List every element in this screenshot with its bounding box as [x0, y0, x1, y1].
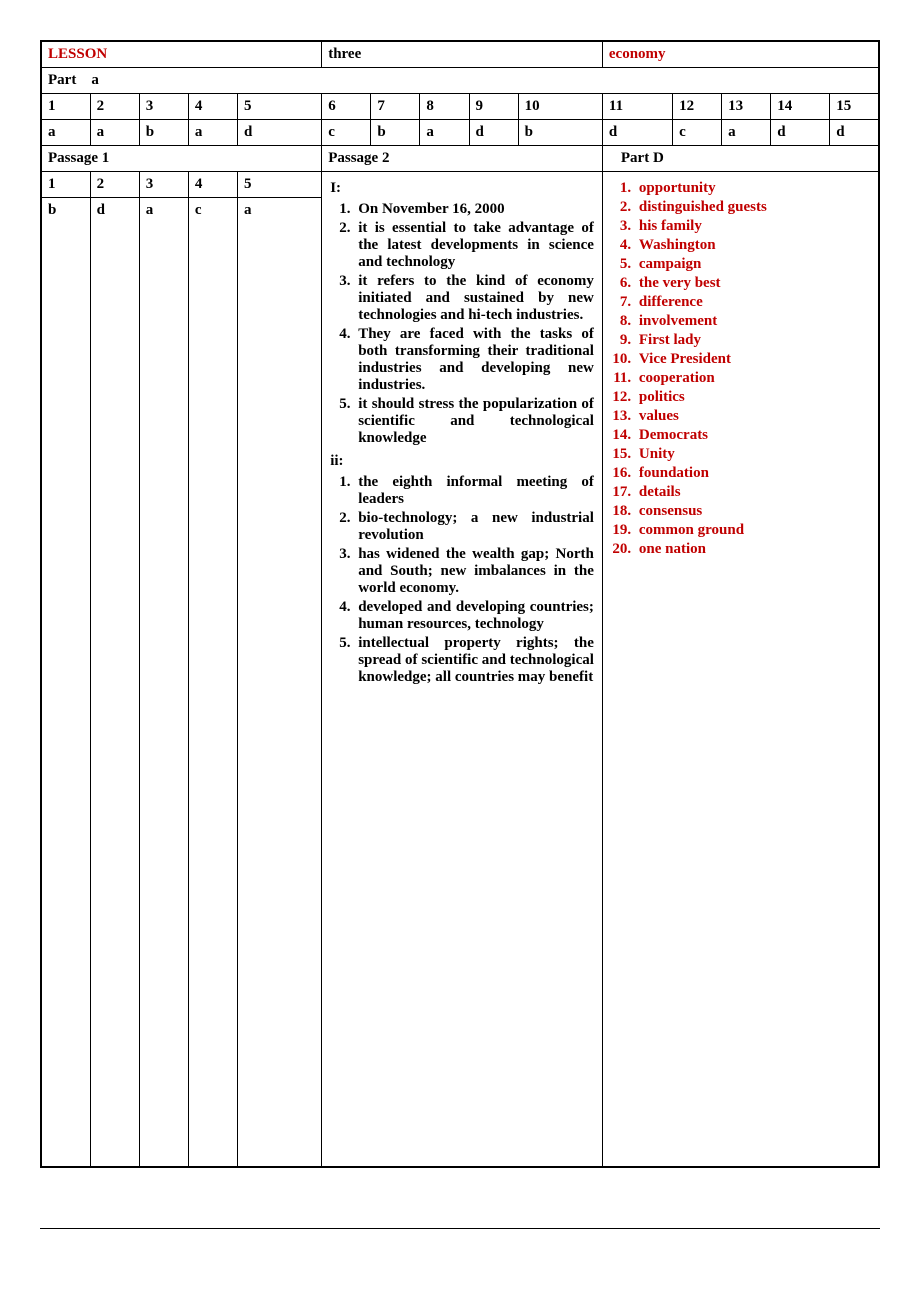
list-item: Unity [635, 446, 870, 463]
header-row: LESSON three economy [41, 41, 879, 68]
ans-cell: b [518, 120, 602, 146]
num-cell: 15 [830, 94, 879, 120]
ans-cell: c [673, 120, 722, 146]
lesson-label-cell: LESSON [41, 41, 322, 68]
section-i-label: I: [330, 180, 594, 197]
list-item: developed and developing countries; huma… [354, 599, 594, 633]
num-cell: 2 [90, 94, 139, 120]
lesson-table: LESSON three economy Part a 1 2 3 4 5 6 … [40, 40, 880, 1168]
part-cell: Part a [41, 68, 879, 94]
passage2-ii-list: the eighth informal meeting of leaders b… [330, 474, 594, 686]
list-item: Washington [635, 237, 870, 254]
num-cell: 4 [188, 172, 237, 198]
ans-cell: a [139, 198, 188, 1168]
list-item: On November 16, 2000 [354, 201, 594, 218]
part-row: Part a [41, 68, 879, 94]
lesson-value-cell: three [322, 41, 603, 68]
list-item: common ground [635, 522, 870, 539]
num-cell: 1 [41, 172, 90, 198]
num-cell: 3 [139, 94, 188, 120]
num-cell: 7 [371, 94, 420, 120]
num-cell: 10 [518, 94, 602, 120]
num-cell: 12 [673, 94, 722, 120]
answers-row-1: a a b a d c b a d b d c a d d [41, 120, 879, 146]
numbers-row-2: 1 2 3 4 5 I: On November 16, 2000 it is … [41, 172, 879, 198]
section-row: Passage 1 Passage 2 Part D [41, 146, 879, 172]
list-item: the eighth informal meeting of leaders [354, 474, 594, 508]
list-item: campaign [635, 256, 870, 273]
list-item: They are faced with the tasks of both tr… [354, 326, 594, 394]
ans-cell: c [322, 120, 371, 146]
list-item: values [635, 408, 870, 425]
part-value: a [91, 72, 99, 88]
num-cell: 9 [469, 94, 518, 120]
list-item: one nation [635, 541, 870, 558]
list-item: the very best [635, 275, 870, 292]
partd-content: opportunity distinguished guests his fam… [602, 172, 879, 1168]
partd-list: opportunity distinguished guests his fam… [611, 180, 870, 558]
numbers-row-1: 1 2 3 4 5 6 7 8 9 10 11 12 13 14 15 [41, 94, 879, 120]
num-cell: 6 [322, 94, 371, 120]
list-item: involvement [635, 313, 870, 330]
passage2-header: Passage 2 [322, 146, 603, 172]
ans-cell: a [420, 120, 469, 146]
ans-cell: d [771, 120, 830, 146]
ans-cell: d [469, 120, 518, 146]
passage2-i-list: On November 16, 2000 it is essential to … [330, 201, 594, 447]
ans-cell: b [41, 198, 90, 1168]
list-item: details [635, 484, 870, 501]
num-cell: 5 [237, 94, 321, 120]
ans-cell: d [237, 120, 321, 146]
list-item: it is essential to take advantage of the… [354, 220, 594, 271]
list-item: his family [635, 218, 870, 235]
list-item: First lady [635, 332, 870, 349]
section-ii-label: ii: [330, 453, 594, 470]
passage2-content: I: On November 16, 2000 it is essential … [322, 172, 603, 1168]
list-item: Democrats [635, 427, 870, 444]
list-item: bio-technology; a new industrial revolut… [354, 510, 594, 544]
num-cell: 1 [41, 94, 90, 120]
num-cell: 2 [90, 172, 139, 198]
list-item: politics [635, 389, 870, 406]
list-item: it refers to the kind of economy initiat… [354, 273, 594, 324]
num-cell: 8 [420, 94, 469, 120]
ans-cell: a [90, 120, 139, 146]
ans-cell: d [602, 120, 672, 146]
num-cell: 14 [771, 94, 830, 120]
footer-divider [40, 1228, 880, 1229]
ans-cell: a [722, 120, 771, 146]
lesson-value: three [328, 46, 361, 62]
list-item: opportunity [635, 180, 870, 197]
list-item: difference [635, 294, 870, 311]
passage1-header: Passage 1 [41, 146, 322, 172]
list-item: cooperation [635, 370, 870, 387]
list-item: it should stress the popularization of s… [354, 396, 594, 447]
ans-cell: d [830, 120, 879, 146]
ans-cell: a [41, 120, 90, 146]
list-item: Vice President [635, 351, 870, 368]
ans-cell: c [188, 198, 237, 1168]
ans-cell: d [90, 198, 139, 1168]
num-cell: 11 [602, 94, 672, 120]
partd-header: Part D [602, 146, 879, 172]
ans-cell: b [139, 120, 188, 146]
lesson-label: LESSON [48, 46, 107, 62]
num-cell: 13 [722, 94, 771, 120]
ans-cell: b [371, 120, 420, 146]
topic-cell: economy [602, 41, 879, 68]
part-label: Part [48, 72, 76, 88]
list-item: has widened the wealth gap; North and So… [354, 546, 594, 597]
num-cell: 5 [237, 172, 321, 198]
num-cell: 3 [139, 172, 188, 198]
num-cell: 4 [188, 94, 237, 120]
list-item: consensus [635, 503, 870, 520]
list-item: distinguished guests [635, 199, 870, 216]
topic: economy [609, 46, 666, 62]
ans-cell: a [188, 120, 237, 146]
list-item: intellectual property rights; the spread… [354, 635, 594, 686]
ans-cell: a [237, 198, 321, 1168]
list-item: foundation [635, 465, 870, 482]
